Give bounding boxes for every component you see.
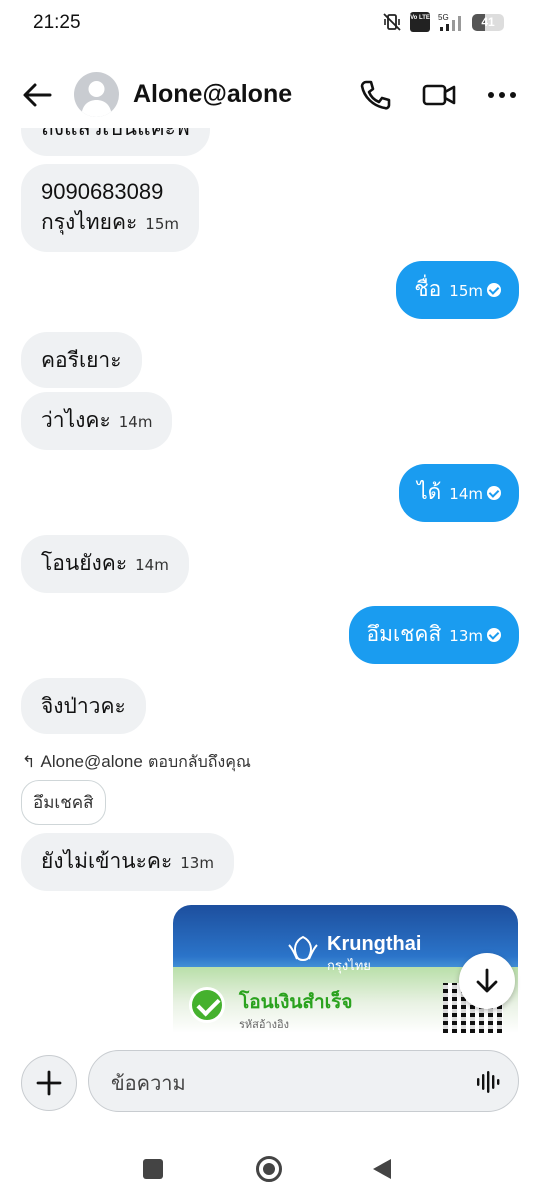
message-text: โอนยังคะ (41, 551, 128, 575)
volte-badge: Vo LTE (410, 12, 430, 32)
message-input[interactable]: ข้อความ (88, 1050, 519, 1112)
message-time: 14m (135, 556, 169, 574)
network-label: 5G (438, 13, 449, 22)
home-button[interactable] (256, 1156, 282, 1182)
plus-icon (36, 1070, 62, 1096)
outgoing-message[interactable]: ได้ 14m (399, 464, 519, 522)
phone-icon[interactable] (358, 78, 392, 112)
incoming-message[interactable]: จิงป่าวคะ (21, 678, 146, 734)
message-composer: ข้อความ (0, 1048, 540, 1118)
message-time: 14m (118, 413, 153, 431)
recent-apps-button[interactable] (143, 1159, 163, 1179)
incoming-message[interactable]: คอรีเยาะ (21, 332, 142, 388)
message-time: 15m (145, 215, 179, 233)
incoming-message[interactable]: ยังไม่เข้านะคะ 13m (21, 833, 234, 891)
scroll-down-button[interactable] (459, 953, 515, 1009)
message-text: 9090683089 (41, 179, 164, 204)
battery-indicator: 41 (472, 13, 504, 31)
video-camera-icon[interactable] (421, 80, 457, 110)
message-text: ถึงแล้วเป็นแคะพ (41, 128, 190, 140)
incoming-message[interactable]: โอนยังคะ 14m (21, 535, 189, 593)
system-back-button[interactable] (373, 1159, 391, 1179)
krungthai-logo-icon (288, 935, 318, 961)
message-time: 13m (449, 627, 483, 645)
message-time: 13m (180, 854, 214, 872)
message-text: คอรีเยาะ (41, 348, 122, 372)
incoming-message[interactable]: ถึงแล้วเป็นแคะพ (21, 128, 210, 156)
message-text: ชื่อ (414, 277, 442, 301)
reply-author: Alone@alone (40, 752, 143, 771)
message-text: ว่าไงคะ (41, 408, 111, 432)
message-list[interactable]: ถึงแล้วเป็นแคะพ 9090683089 กรุงไทยคะ 15m … (0, 128, 540, 1033)
chat-header: Alone@alone (0, 68, 540, 124)
voice-message-icon[interactable] (476, 1069, 500, 1095)
avatar[interactable] (74, 72, 119, 117)
message-text: จิงป่าวคะ (41, 694, 126, 718)
reply-arrow-icon: ↰ (22, 752, 36, 771)
message-text: ได้ (417, 480, 442, 504)
outgoing-message[interactable]: ชื่อ 15m (396, 261, 519, 319)
incoming-message[interactable]: ว่าไงคะ 14m (21, 392, 173, 450)
status-time: 21:25 (33, 12, 81, 33)
vibrate-mute-icon (383, 13, 401, 31)
transfer-title: โอนเงินสำเร็จ (239, 991, 353, 1013)
status-icons: Vo LTE 5G 41 (382, 12, 504, 32)
status-bar: 21:25 Vo LTE 5G 41 (0, 0, 540, 46)
add-button[interactable] (21, 1055, 77, 1111)
success-check-icon (189, 987, 225, 1023)
message-time: 15m (449, 282, 483, 300)
read-check-icon (487, 486, 501, 500)
reply-action: ตอบกลับถึงคุณ (147, 752, 251, 771)
message-text: อึมเชคสิ (366, 622, 442, 646)
transfer-subtitle: รหัสอ้างอิง (239, 1018, 290, 1031)
read-check-icon (487, 628, 501, 642)
message-text: ยังไม่เข้านะคะ (41, 849, 173, 873)
message-text: กรุงไทยคะ (41, 210, 138, 234)
read-check-icon (487, 283, 501, 297)
outgoing-message[interactable]: อึมเชคสิ 13m (348, 606, 519, 664)
more-options-icon[interactable] (486, 86, 518, 104)
contact-name[interactable]: Alone@alone (133, 80, 292, 109)
card-brand-en: Krungthai (327, 933, 422, 955)
back-arrow-icon[interactable] (20, 80, 54, 110)
message-time: 14m (449, 485, 483, 503)
system-nav-bar (0, 1140, 540, 1200)
default-avatar-icon (81, 81, 112, 117)
message-placeholder: ข้อความ (111, 1071, 186, 1095)
reply-indicator: ↰ Alone@alone ตอบกลับถึงคุณ (22, 750, 251, 775)
quoted-message[interactable]: อึมเชคสิ (21, 780, 106, 825)
battery-percent: 41 (481, 14, 495, 29)
signal-icon: 5G (438, 13, 461, 31)
card-brand-th: กรุงไทย (327, 959, 371, 974)
incoming-message[interactable]: 9090683089 กรุงไทยคะ 15m (21, 164, 199, 252)
